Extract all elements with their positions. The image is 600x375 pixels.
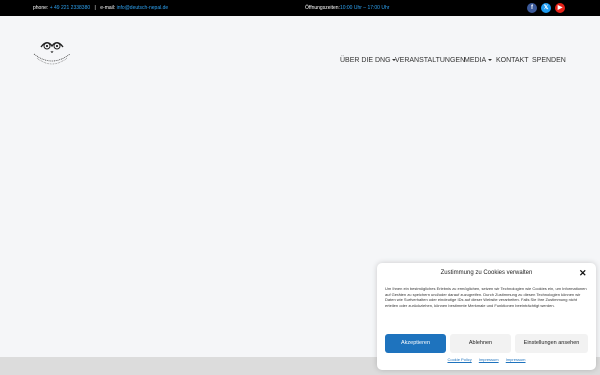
email-label: e-mail:: [100, 5, 116, 11]
email-link[interactable]: info@deutsch-nepal.de: [117, 5, 169, 11]
nav-item-veranstaltungen[interactable]: VERANSTALTUNGEN: [395, 57, 465, 64]
nav-label: KONTAKT: [496, 57, 529, 64]
cookie-banner: Zustimmung zu Cookies verwalten ✕ Um Ihn…: [377, 263, 596, 370]
cookie-policy-link[interactable]: Cookie Policy: [447, 357, 471, 362]
chevron-down-icon: [487, 59, 492, 62]
impressum-link[interactable]: Impressum: [479, 357, 499, 362]
reject-button[interactable]: Ablehnen: [450, 334, 511, 353]
youtube-icon[interactable]: ▶: [555, 3, 565, 13]
phone-label: phone:: [33, 5, 49, 11]
site-header: ÜBER DIE DNG VERANSTALTUNGEN MEDIA KONTA…: [0, 16, 600, 78]
nav-label: SPENDEN: [532, 57, 566, 64]
hours-label: Öffnungszeiten:: [305, 5, 340, 11]
hours-value: 10:00 Uhr – 17:00 Uhr: [339, 5, 390, 11]
site-logo[interactable]: [31, 34, 73, 74]
x-icon[interactable]: 𝕏: [541, 3, 551, 13]
close-icon[interactable]: ✕: [579, 269, 587, 278]
contact-info: phone: + 49 221 2338380 | e-mail: info@d…: [33, 5, 168, 11]
accept-button[interactable]: Akzeptieren: [385, 334, 446, 353]
cookie-links: Cookie Policy Impressum Impressum: [377, 357, 596, 362]
cookie-text: Um Ihnen ein bestmögliches Erlebnis zu e…: [385, 286, 587, 308]
phone-link[interactable]: + 49 221 2338380: [50, 5, 90, 11]
nav-label: VERANSTALTUNGEN: [395, 57, 466, 64]
nav-label: ÜBER DIE DNG: [340, 57, 391, 64]
nav-item-kontakt[interactable]: KONTAKT: [496, 57, 529, 64]
nav-item-spenden[interactable]: SPENDEN: [532, 57, 566, 64]
nav-label: MEDIA: [464, 57, 487, 64]
impressum-link-2[interactable]: Impressum: [506, 357, 526, 362]
separator: |: [94, 5, 96, 11]
opening-hours: Öffnungszeiten:10:00 Uhr – 17:00 Uhr: [305, 5, 389, 11]
nav-item-ueber-die-dng[interactable]: ÜBER DIE DNG: [340, 57, 397, 64]
top-bar: phone: + 49 221 2338380 | e-mail: info@d…: [0, 0, 600, 16]
settings-button[interactable]: Einstellungen ansehen: [515, 334, 588, 353]
cookie-title: Zustimmung zu Cookies verwalten: [440, 270, 533, 276]
facebook-icon[interactable]: f: [527, 3, 537, 13]
nav-item-media[interactable]: MEDIA: [464, 57, 492, 64]
